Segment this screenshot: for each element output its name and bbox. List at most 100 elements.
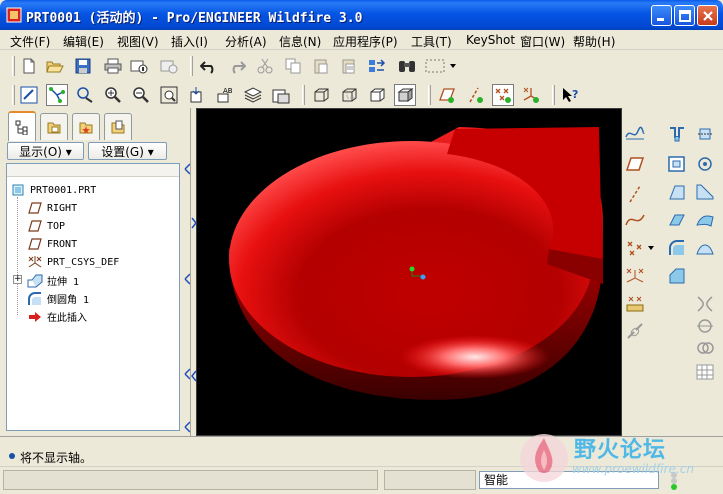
toolbar-grip[interactable] [302,85,305,105]
context-help-button[interactable]: ? [560,84,582,106]
view-manager-button[interactable] [270,84,292,106]
toolbar-grip[interactable] [428,85,431,105]
refit-button[interactable] [158,84,180,106]
point-display-button[interactable] [492,84,514,106]
csys-link-button[interactable] [624,321,646,343]
show-menu-button[interactable]: 显示(O) ▾ [7,142,84,160]
close-button[interactable] [697,5,718,26]
datum-axis-tool-button[interactable] [624,183,646,205]
draft-tool-button[interactable] [666,181,688,203]
chamfer-tool-button[interactable] [694,237,716,259]
minimize-button[interactable] [651,5,672,26]
tree-item-insert-here[interactable]: 在此插入 [27,309,87,324]
pattern-tool-button[interactable] [694,361,716,383]
tree-expand-toggle[interactable]: + [13,275,22,284]
orient-mode-icon [77,87,93,103]
undo-button[interactable] [198,55,220,77]
search-tool-button[interactable] [396,55,418,77]
datum-point-dropdown[interactable] [646,237,656,259]
tree-item-right[interactable]: RIGHT [27,201,77,215]
orient-mode-button[interactable] [74,84,96,106]
boundary-blend-button[interactable] [694,209,716,231]
reorient-button[interactable] [186,84,208,106]
menu-keyshot[interactable]: KeyShot [466,33,515,47]
maximize-button[interactable] [674,5,695,26]
tree-item-csys[interactable]: PRT_CSYS_DEF [27,255,119,269]
model-viewport[interactable] [197,109,622,436]
analysis-feature-button[interactable] [624,293,646,315]
toolbar-grip[interactable] [190,56,193,76]
selection-box-button[interactable] [424,55,446,77]
zoom-in-button[interactable] [102,84,124,106]
menu-help[interactable]: 帮助(H) [573,33,615,50]
menu-applications[interactable]: 应用程序(P) [333,33,398,50]
menu-window[interactable]: 窗口(W) [520,33,565,50]
spin-center-button[interactable] [46,84,68,106]
toolbar-grip[interactable] [12,85,15,105]
datum-point-tool-button[interactable] [624,237,646,259]
regenerate-button[interactable] [366,55,388,77]
extrude-tool-button[interactable] [666,123,688,145]
maximize-icon [679,10,691,22]
shading-button[interactable] [394,84,416,106]
revolve-tool-button[interactable] [694,123,716,145]
hidden-line-button[interactable] [338,84,360,106]
menu-file[interactable]: 文件(F) [10,33,50,50]
paste-button[interactable] [310,55,332,77]
merge-tool-button[interactable] [694,293,716,315]
rib-tool-button[interactable] [694,181,716,203]
tab-favorites[interactable] [72,113,100,140]
tree-item-extrude[interactable]: 拉伸 1 [27,273,79,288]
menu-tools[interactable]: 工具(T) [411,33,452,50]
tree-item-top[interactable]: TOP [27,219,65,233]
graphics-window[interactable] [196,108,622,436]
send-mail-button[interactable] [128,55,150,77]
tree-item-round[interactable]: 倒圆角 1 [27,291,89,306]
csys-display-button[interactable] [520,84,542,106]
toolbar-grip[interactable] [552,85,555,105]
layers-button[interactable] [242,84,264,106]
open-button[interactable] [44,55,66,77]
new-button[interactable] [18,55,40,77]
sweep-tool-button[interactable] [694,153,716,175]
menu-analysis[interactable]: 分析(A) [225,33,267,50]
datum-curve-tool-button[interactable] [624,209,646,231]
repaint-button[interactable] [18,84,40,106]
intersect-tool-button[interactable] [694,337,716,359]
undo-icon [200,61,214,74]
tab-folder-browser[interactable] [40,113,68,140]
edge-chamfer-button[interactable] [666,265,688,287]
tab-model-tree[interactable] [8,111,36,141]
round-tool-button[interactable] [666,237,688,259]
menu-insert[interactable]: 插入(I) [171,33,208,50]
copy-button[interactable] [282,55,304,77]
tab-connections[interactable] [104,113,132,140]
shell-tool-icon [668,156,685,172]
tree-item-front[interactable]: FRONT [27,237,77,251]
menu-edit[interactable]: 编辑(E) [63,33,104,50]
shell-tool-button[interactable] [666,153,688,175]
tree-root[interactable]: PRT0001.PRT [10,183,96,197]
selection-dropdown-button[interactable] [448,55,458,77]
saved-views-button[interactable]: AB [214,84,236,106]
csys-tool-button[interactable] [624,265,646,287]
zoom-out-button[interactable] [130,84,152,106]
datum-plane-tool-button[interactable] [624,153,646,175]
paste-special-button[interactable] [338,55,360,77]
cut-button[interactable] [254,55,276,77]
settings-menu-button[interactable]: 设置(G) ▾ [88,142,167,160]
plane-display-button[interactable] [436,84,458,106]
print-button[interactable] [102,55,124,77]
menu-view[interactable]: 视图(V) [117,33,159,50]
toolbar-grip[interactable] [12,56,15,76]
save-button[interactable] [72,55,94,77]
trim-tool-button[interactable] [694,315,716,337]
wireframe-button[interactable] [310,84,332,106]
redo-button[interactable] [226,55,248,77]
no-hidden-button[interactable] [366,84,388,106]
blend-tool-button[interactable] [666,209,688,231]
menu-info[interactable]: 信息(N) [279,33,321,50]
send-link-button[interactable] [158,55,180,77]
axis-display-button[interactable] [464,84,486,106]
sketch-button[interactable] [624,123,646,145]
